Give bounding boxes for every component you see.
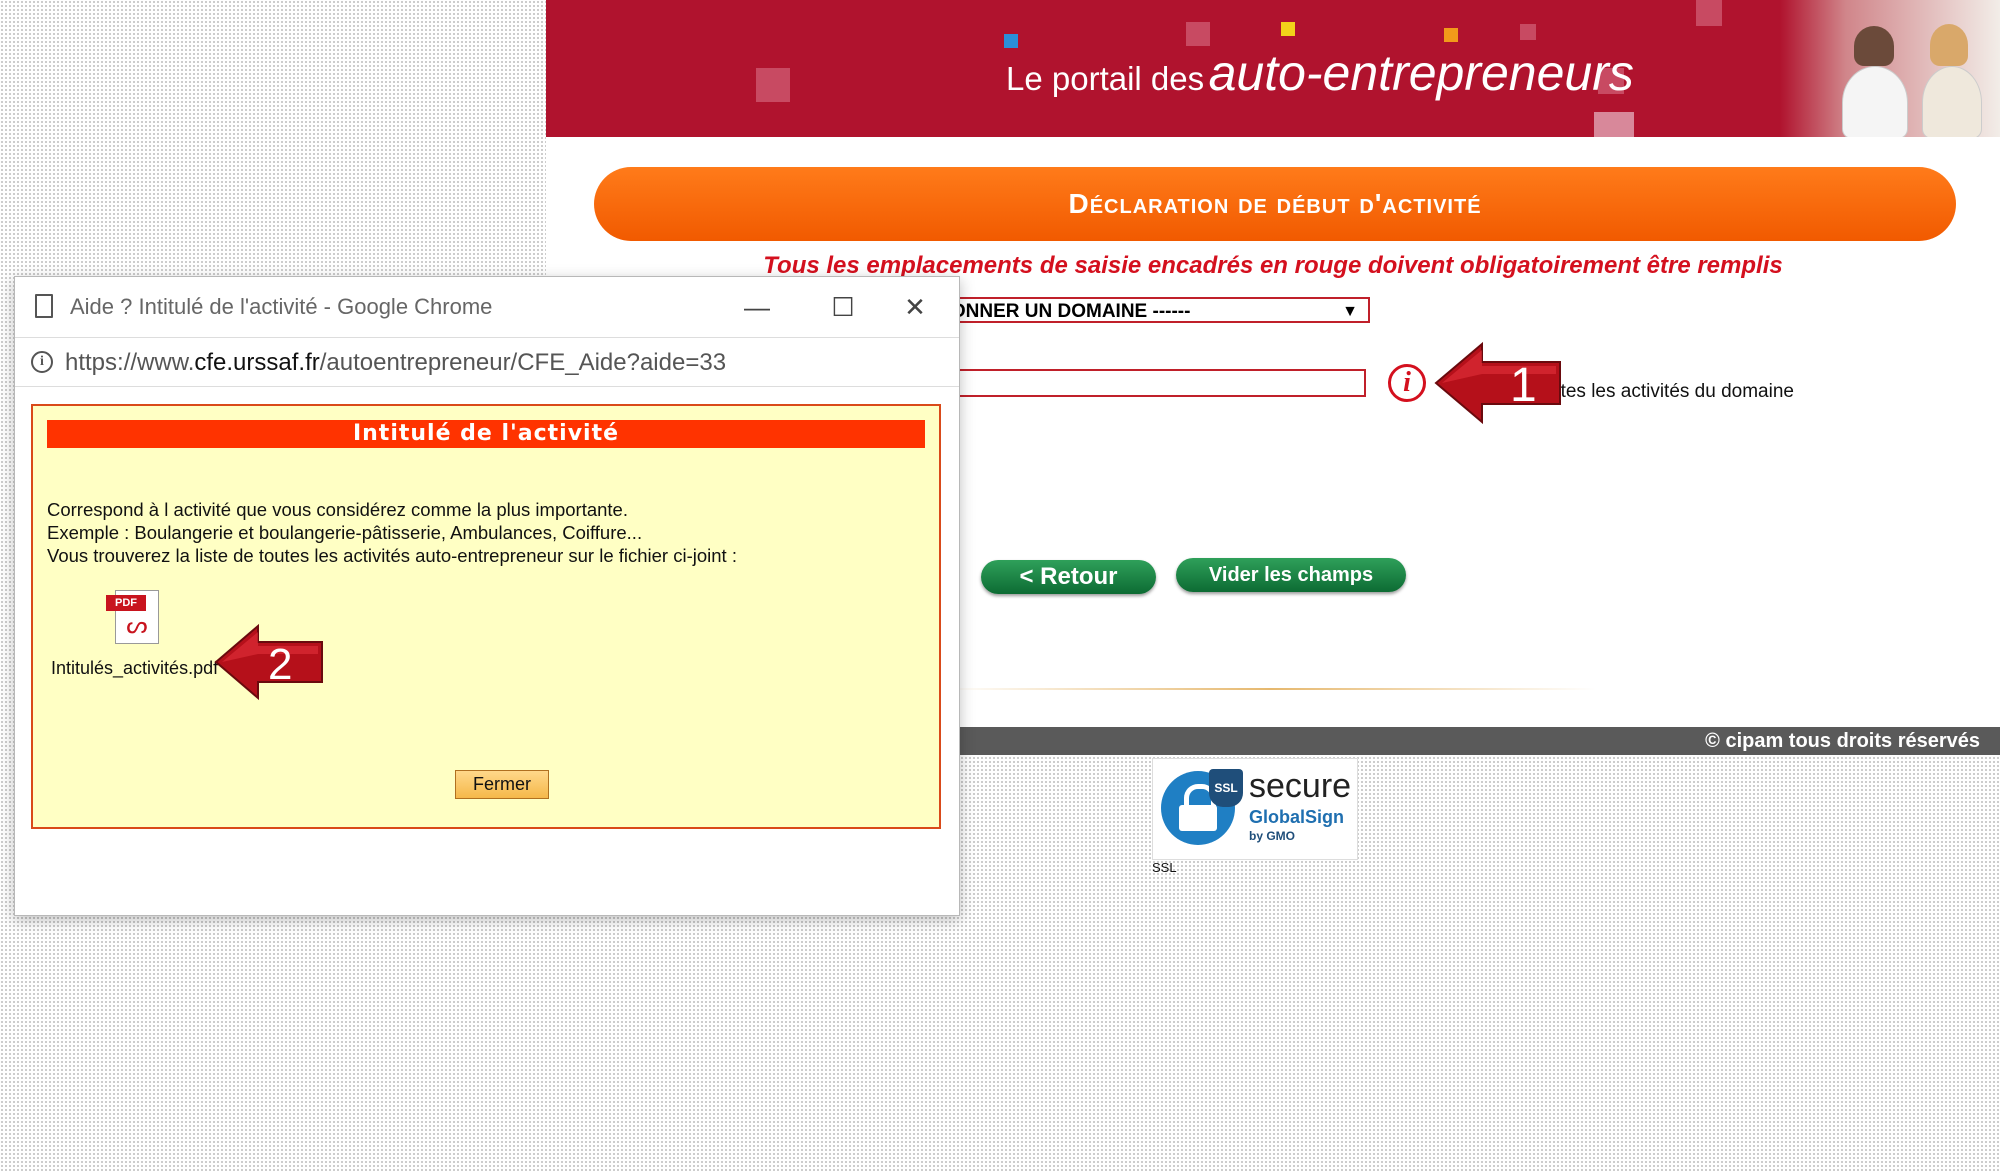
minimize-icon[interactable]: — (737, 287, 777, 327)
domain-select-value: TIONNER UN DOMAINE ------ (934, 301, 1191, 322)
help-line: Correspond à l activité que vous considé… (47, 499, 628, 520)
pdf-file-icon[interactable]: PDF ᔕ (106, 590, 159, 644)
banner-decor-square (1696, 0, 1722, 26)
copyright-text: © cipam tous droits réservés (1705, 730, 1980, 752)
banner-decor-square (756, 68, 790, 102)
acrobat-icon: ᔕ (126, 612, 148, 639)
banner-decor-square (1520, 24, 1536, 40)
close-icon[interactable]: ✕ (895, 287, 935, 327)
domain-select[interactable]: TIONNER UN DOMAINE ------ ▼ (926, 297, 1370, 323)
dropdown-arrow-icon: ▼ (1342, 303, 1358, 320)
site-info-icon[interactable]: i (31, 351, 53, 373)
help-panel: Intitulé de l'activité Correspond à l ac… (31, 404, 941, 829)
close-help-button[interactable]: Fermer (455, 770, 549, 799)
help-line: Exemple : Boulangerie et boulangerie-pât… (47, 522, 643, 543)
address-bar[interactable]: i https://www.cfe.urssaf.fr/autoentrepre… (15, 337, 959, 387)
banner-title-big: auto-entrepreneurs (1208, 45, 1634, 101)
help-popup-window: Aide ? Intitulé de l'activité - Google C… (14, 276, 960, 916)
callout-arrow-1: 1 (1434, 341, 1561, 425)
banner-decor-square (1594, 112, 1634, 137)
ssl-shield-icon: SSL (1209, 769, 1243, 807)
divider (946, 688, 1596, 690)
url-prefix: https://www. (65, 349, 195, 376)
info-icon[interactable]: i (1388, 364, 1426, 402)
callout-arrow-2: 2 (214, 623, 323, 701)
popup-titlebar: Aide ? Intitulé de l'activité - Google C… (15, 277, 959, 337)
banner-decor-square (1186, 22, 1210, 46)
callout-number-2: 2 (268, 640, 292, 689)
callout-number-1: 1 (1510, 359, 1537, 412)
banner-title: Le portail des auto-entrepreneurs (1006, 44, 1634, 102)
activity-title-input[interactable] (926, 369, 1366, 397)
help-text: Correspond à l activité que vous considé… (47, 498, 737, 567)
person-head (1930, 24, 1968, 66)
ssl-gmo-text: by GMO (1249, 829, 1296, 843)
banner-photo (1780, 0, 2000, 137)
all-activities-label[interactable]: utes les activités du domaine (1550, 381, 1794, 403)
retour-button[interactable]: < Retour (981, 560, 1156, 594)
person-body (1922, 66, 1982, 137)
pdf-filename-link[interactable]: Intitulés_activités.pdf (51, 656, 218, 680)
pdf-tag: PDF (106, 595, 146, 611)
person-body (1842, 66, 1908, 137)
popup-window-title: Aide ? Intitulé de l'activité - Google C… (70, 294, 493, 319)
ssl-secure-badge[interactable]: SSL secure GlobalSign by GMO (1152, 758, 1358, 860)
maximize-icon[interactable]: ☐ (823, 287, 863, 327)
url-path: /autoentrepreneur/CFE_Aide?aide=33 (319, 349, 727, 376)
ssl-globalsign-text: GlobalSign (1249, 807, 1345, 827)
document-icon (35, 294, 53, 318)
help-line: Vous trouverez la liste de toutes les ac… (47, 545, 737, 566)
url-host: cfe.urssaf.fr (194, 349, 320, 376)
ssl-label: SSL (1152, 860, 1177, 875)
banner-title-small: Le portail des (1006, 60, 1205, 97)
popup-url[interactable]: https://www.cfe.urssaf.fr/autoentreprene… (65, 349, 726, 377)
banner-decor-square (1444, 28, 1458, 42)
ssl-secure-text: secure (1249, 767, 1352, 805)
help-title: Intitulé de l'activité (47, 420, 925, 448)
banner-decor-square (1281, 22, 1295, 36)
section-title-bar: Déclaration de début d'activité (594, 167, 1956, 241)
banner: Le portail des auto-entrepreneurs (546, 0, 2000, 137)
person-head (1854, 26, 1894, 66)
clear-fields-button[interactable]: Vider les champs (1176, 558, 1406, 592)
